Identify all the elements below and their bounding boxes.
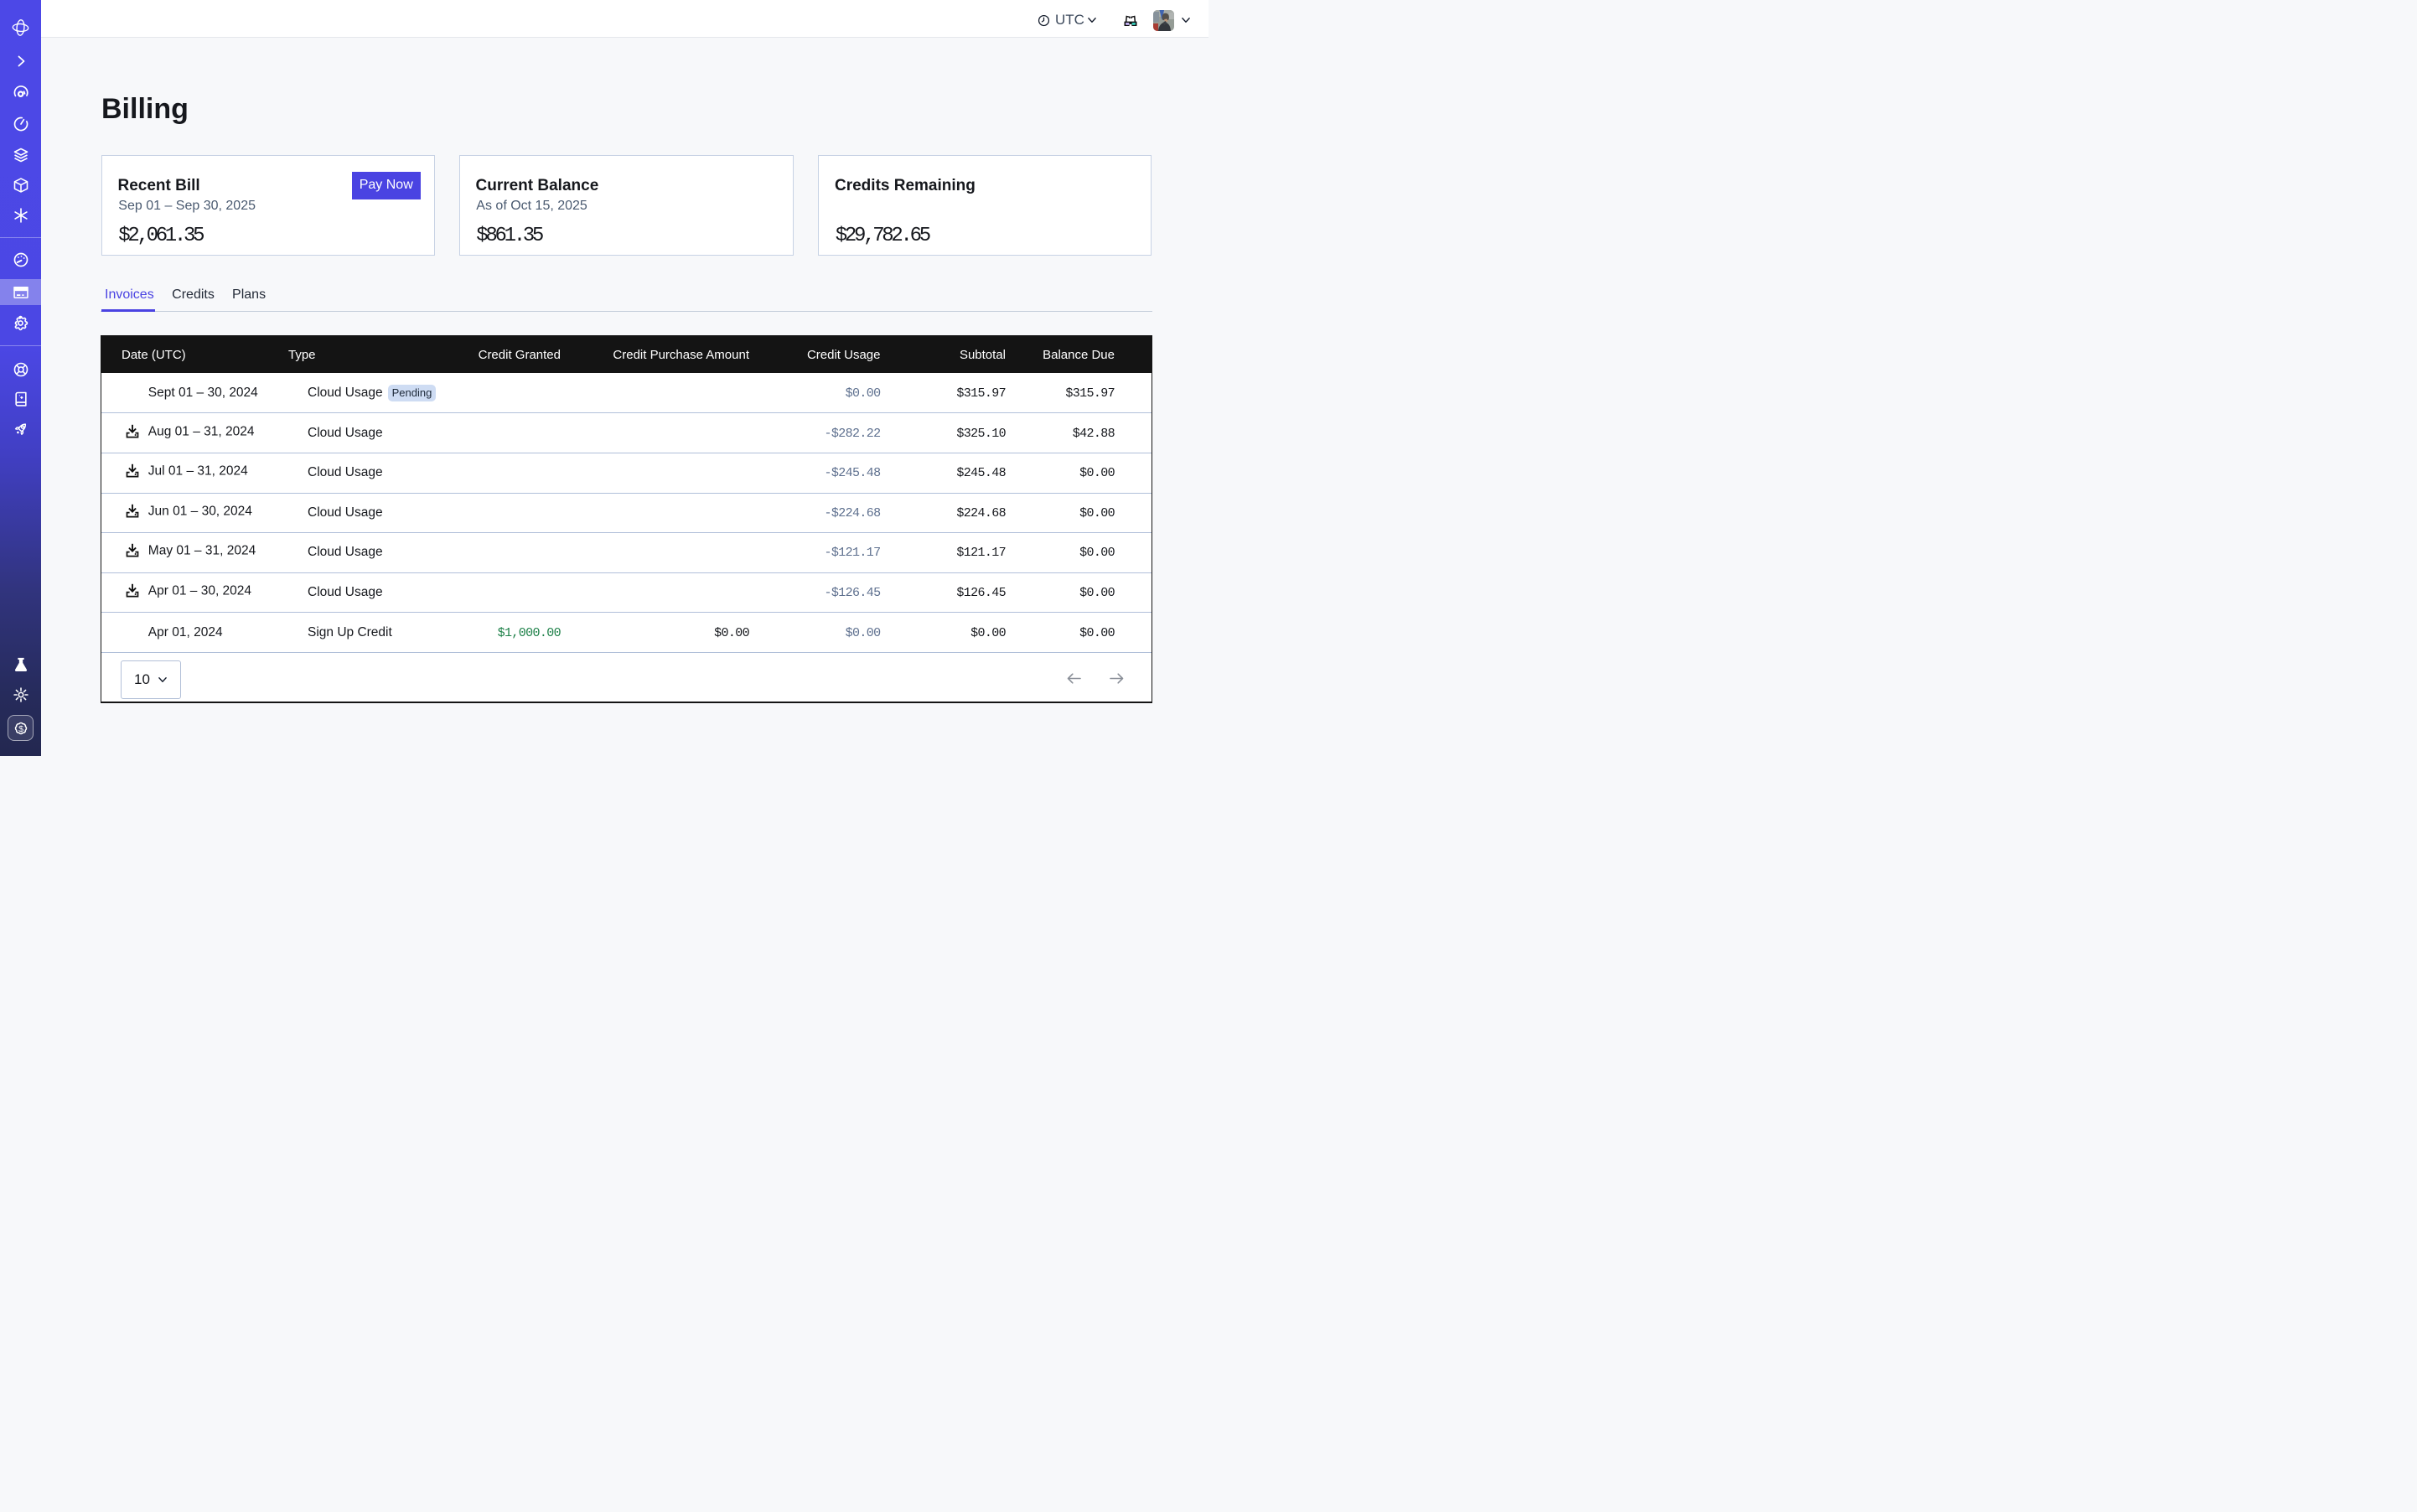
- svg-text:$: $: [18, 723, 23, 733]
